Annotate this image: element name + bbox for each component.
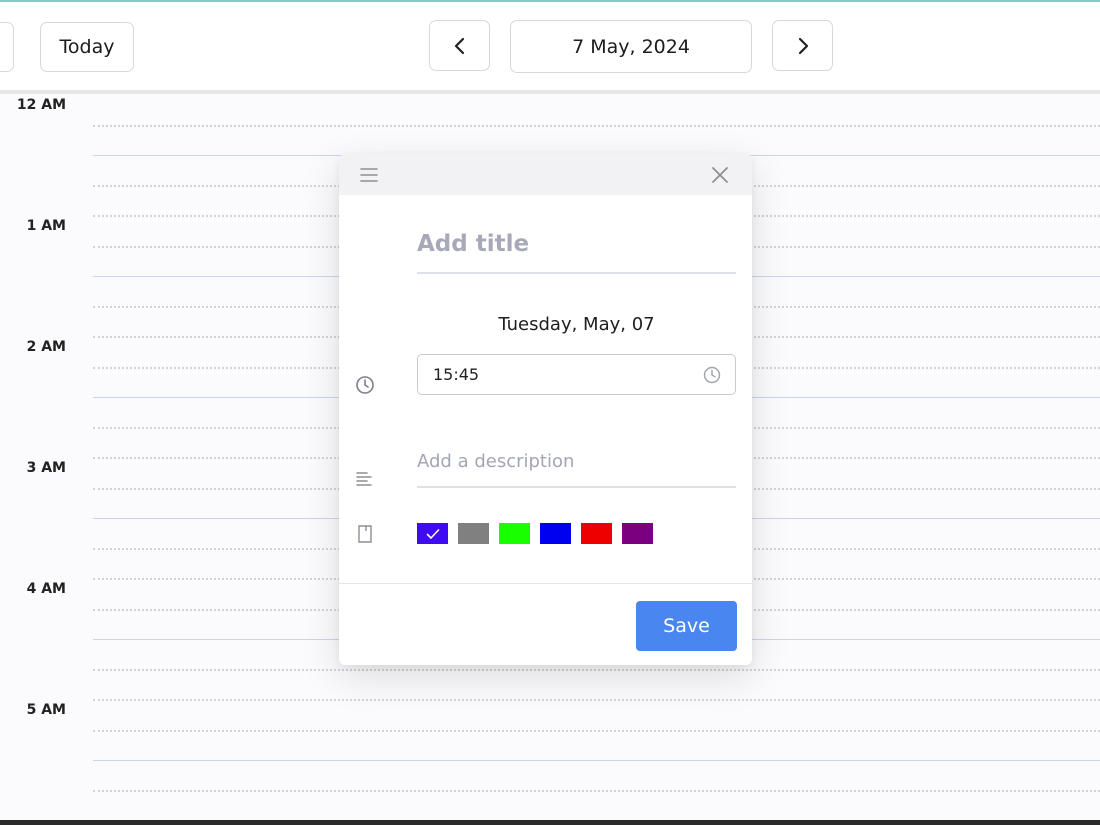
color-tag-icon [358, 525, 372, 543]
clock-icon [356, 376, 374, 394]
color-swatch[interactable] [458, 523, 489, 544]
previous-day-button[interactable] [429, 20, 490, 71]
menu-icon[interactable] [360, 167, 378, 183]
hour-label: 1 AM [26, 218, 66, 234]
color-swatch[interactable] [581, 523, 612, 544]
description-icon [356, 472, 372, 486]
title-input[interactable] [417, 224, 736, 264]
title-field[interactable] [417, 224, 736, 274]
dialog-header[interactable] [339, 154, 752, 195]
color-swatch[interactable] [622, 523, 653, 544]
color-swatch[interactable] [540, 523, 571, 544]
calendar-toolbar: Today 7 May, 2024 [0, 2, 1100, 94]
taskbar-edge [0, 820, 1100, 825]
hour-line [93, 699, 1100, 701]
quarter-hour-line [93, 125, 1100, 127]
event-date-label: Tuesday, May, 07 [498, 314, 655, 335]
color-swatch[interactable] [499, 523, 530, 544]
current-date-button[interactable]: 7 May, 2024 [510, 20, 752, 73]
color-picker [417, 523, 663, 544]
description-input[interactable] [417, 446, 736, 476]
color-swatch-selected[interactable] [417, 523, 448, 544]
check-icon [426, 528, 439, 539]
truncated-toolbar-button[interactable] [0, 22, 14, 72]
quarter-hour-line [93, 669, 1100, 671]
hour-label: 2 AM [26, 339, 66, 355]
hour-label: 4 AM [26, 581, 66, 597]
dialog-footer-divider [339, 583, 752, 584]
description-field[interactable] [417, 446, 736, 488]
time-input[interactable]: 15:45 [417, 354, 736, 395]
event-editor-dialog: Tuesday, May, 07 15:45 Save [339, 154, 752, 665]
next-day-button[interactable] [772, 20, 833, 71]
quarter-hour-line [93, 730, 1100, 732]
quarter-hour-line [93, 790, 1100, 792]
time-value: 15:45 [433, 365, 480, 384]
hour-label: 12 AM [16, 97, 66, 113]
chevron-right-icon [798, 37, 808, 54]
close-icon[interactable] [711, 166, 729, 184]
today-button[interactable]: Today [40, 22, 134, 72]
save-button[interactable]: Save [636, 601, 737, 651]
hour-label: 5 AM [26, 702, 66, 718]
chevron-left-icon [454, 37, 464, 54]
clock-icon[interactable] [703, 366, 721, 384]
half-hour-line [93, 760, 1100, 761]
hour-label: 3 AM [26, 460, 66, 476]
